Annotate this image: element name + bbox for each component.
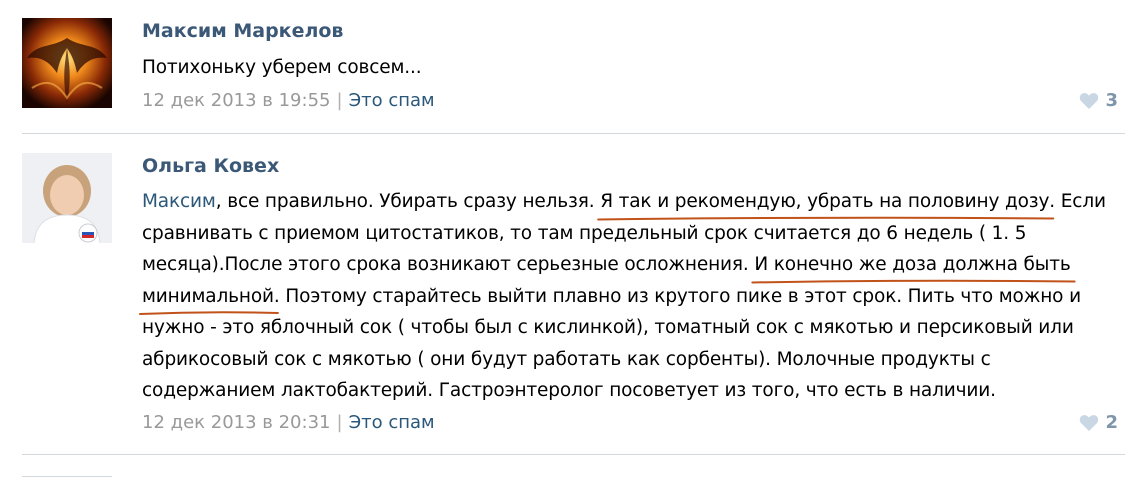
comment-line: нужно - это яблочный сок ( чтобы был с к…	[142, 317, 1074, 338]
comment-line: абрикосовый сок с мякотью ( они будут ра…	[142, 348, 991, 370]
report-spam-link[interactable]: Это спам	[349, 412, 435, 433]
mention-link[interactable]: Максим	[142, 191, 216, 212]
comment-line: Максим, все правильно. Убирать сразу нел…	[142, 186, 1106, 218]
comment-meta: 12 дек 2013 в 20:31 | Это спам	[142, 412, 435, 433]
avatar[interactable]	[22, 153, 112, 243]
separator: |	[336, 412, 343, 433]
comment-divider	[22, 454, 1125, 455]
comment-line: минимальной. Поэтому старайтесь выйти пл…	[142, 281, 1102, 313]
comment-line: сравнивать с приемом цитостатиков, то та…	[142, 222, 1027, 244]
report-spam-link[interactable]: Это спам	[349, 90, 435, 111]
comment-date[interactable]: 12 дек 2013 в 20:31	[142, 412, 330, 433]
highlight-underline-3: минимальной	[142, 285, 274, 307]
comment-line: Потихоньку уберем совсем...	[142, 57, 422, 78]
text-segment: . Если	[1049, 191, 1106, 212]
like-count: 2	[1105, 412, 1118, 433]
comment-text: Потихоньку уберем совсем...	[142, 52, 1102, 84]
comment-date[interactable]: 12 дек 2013 в 19:55	[142, 90, 330, 111]
like-button[interactable]: 2	[1079, 412, 1118, 433]
text-segment: . Поэтому старайтесь выйти плавно из кру…	[273, 285, 1081, 307]
like-button[interactable]: 3	[1079, 90, 1118, 111]
separator: |	[336, 90, 343, 111]
comment-line: содержанием лактобактерий. Гастроэнтерол…	[142, 380, 996, 401]
comment-meta: 12 дек 2013 в 19:55 | Это спам	[142, 90, 435, 111]
avatar-portrait-image	[22, 153, 112, 243]
highlight-underline-2: И конечно же доза должна быть	[754, 254, 1071, 275]
avatar-phoenix-image	[22, 18, 112, 108]
heart-icon	[1080, 92, 1099, 109]
comment-author[interactable]: Ольга Ковех	[142, 155, 279, 177]
comment-line: месяца).После этого срока возникают серь…	[142, 249, 1102, 281]
highlight-underline-1: Я так и рекомендую, убрать на половину д…	[600, 191, 1050, 212]
heart-icon	[1080, 414, 1099, 431]
text-segment: , все правильно. Убирать сразу нельзя.	[215, 191, 601, 212]
comment-text: Максим, все правильно. Убирать сразу нел…	[142, 186, 1106, 407]
like-count: 3	[1105, 90, 1118, 111]
text-segment: месяца).После этого срока возникают серь…	[142, 254, 755, 275]
avatar[interactable]	[22, 18, 112, 108]
comment-divider	[22, 133, 1125, 134]
comment-author[interactable]: Максим Маркелов	[142, 20, 343, 42]
